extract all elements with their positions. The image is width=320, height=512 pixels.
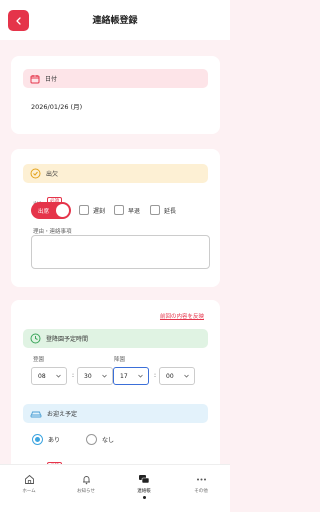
clock-icon: [30, 333, 41, 344]
page-title: 連絡帳登録: [92, 16, 138, 26]
arrival-hour-value: 08: [38, 372, 46, 380]
arrival-hour-select[interactable]: 08: [31, 367, 67, 385]
app-header: 連絡帳登録: [0, 0, 230, 40]
late-label: 遅刻: [93, 207, 106, 215]
attendance-section-header: 出欠: [23, 164, 208, 183]
tab-home[interactable]: ホーム: [9, 474, 49, 494]
schedule-section-title: 登降園予定時間: [46, 336, 89, 343]
attendance-section-title: 出欠: [46, 171, 59, 178]
chevron-down-icon: [102, 374, 107, 378]
chevron-down-icon: [56, 374, 61, 378]
date-section-title: 日付: [45, 76, 58, 83]
checkbox-box: [79, 205, 89, 215]
more-dots-icon: [196, 478, 206, 481]
pickup-no-label: なし: [102, 437, 115, 444]
pickup-section-header: お迎え予定: [23, 404, 208, 423]
tab-notices-label: お知らせ: [77, 489, 95, 494]
tab-home-label: ホーム: [22, 489, 36, 494]
departure-hour-select[interactable]: 17: [113, 367, 149, 385]
copy-previous-link[interactable]: 前回の内容を反映: [160, 312, 204, 320]
extension-label: 延長: [164, 207, 177, 215]
attendance-icon: [30, 168, 41, 179]
early-leave-label: 早退: [128, 207, 141, 215]
checkbox-box: [150, 205, 160, 215]
date-section-header: 日付: [23, 69, 208, 88]
departure-minute-select[interactable]: 00: [159, 367, 195, 385]
attendance-toggle-label: 出席: [38, 209, 50, 215]
attendance-card: 出欠 出欠必須 出席 遅刻 早退 延長 理由・連絡事項: [11, 149, 220, 287]
active-tab-indicator: [142, 496, 146, 499]
departure-hour-value: 17: [120, 372, 128, 380]
late-checkbox[interactable]: 遅刻: [79, 205, 105, 215]
departure-label: 降園: [114, 357, 126, 363]
radio-dot: [32, 434, 43, 445]
arrival-label: 登園: [33, 357, 45, 363]
arrival-minute-select[interactable]: 30: [77, 367, 113, 385]
tab-more-label: その他: [194, 489, 208, 494]
chevron-down-icon: [184, 374, 189, 378]
date-value[interactable]: 2026/01/26 (月): [31, 101, 82, 111]
car-icon: [30, 411, 42, 417]
tab-notices[interactable]: お知らせ: [66, 474, 106, 494]
arrival-minute-value: 30: [84, 372, 92, 380]
date-card: 日付 2026/01/26 (月): [11, 56, 220, 134]
schedule-card: 前回の内容を反映 登降園予定時間 登園 降園 08 : 30 17 : 00 お…: [11, 300, 220, 480]
attendance-toggle[interactable]: 出席: [31, 202, 71, 219]
pickup-no-radio[interactable]: なし: [86, 434, 114, 445]
bell-icon: [82, 476, 90, 485]
tab-contact-book[interactable]: 連絡帳: [124, 474, 164, 499]
early-leave-checkbox[interactable]: 早退: [114, 205, 140, 215]
extension-checkbox[interactable]: 延長: [150, 205, 176, 215]
time-separator: :: [72, 372, 75, 379]
notes-textarea[interactable]: [31, 235, 210, 269]
tab-more[interactable]: その他: [181, 474, 221, 494]
home-icon: [24, 474, 34, 484]
chevron-down-icon: [138, 374, 143, 378]
pickup-yes-label: あり: [48, 437, 61, 444]
schedule-section-header: 登降園予定時間: [23, 329, 208, 348]
bottom-tab-bar: ホーム お知らせ 連絡帳 その他: [0, 464, 230, 512]
pickup-section-title: お迎え予定: [47, 411, 78, 418]
chat-bubbles-icon: [139, 475, 150, 484]
pickup-yes-radio[interactable]: あり: [32, 434, 60, 445]
notes-label: 理由・連絡事項: [33, 229, 72, 235]
checkbox-box: [114, 205, 124, 215]
calendar-icon: [30, 74, 40, 83]
toggle-knob: [56, 204, 69, 217]
tab-contact-book-label: 連絡帳: [137, 489, 151, 494]
departure-minute-value: 00: [166, 372, 174, 380]
time-separator: :: [154, 372, 157, 379]
radio-dot: [86, 434, 97, 445]
